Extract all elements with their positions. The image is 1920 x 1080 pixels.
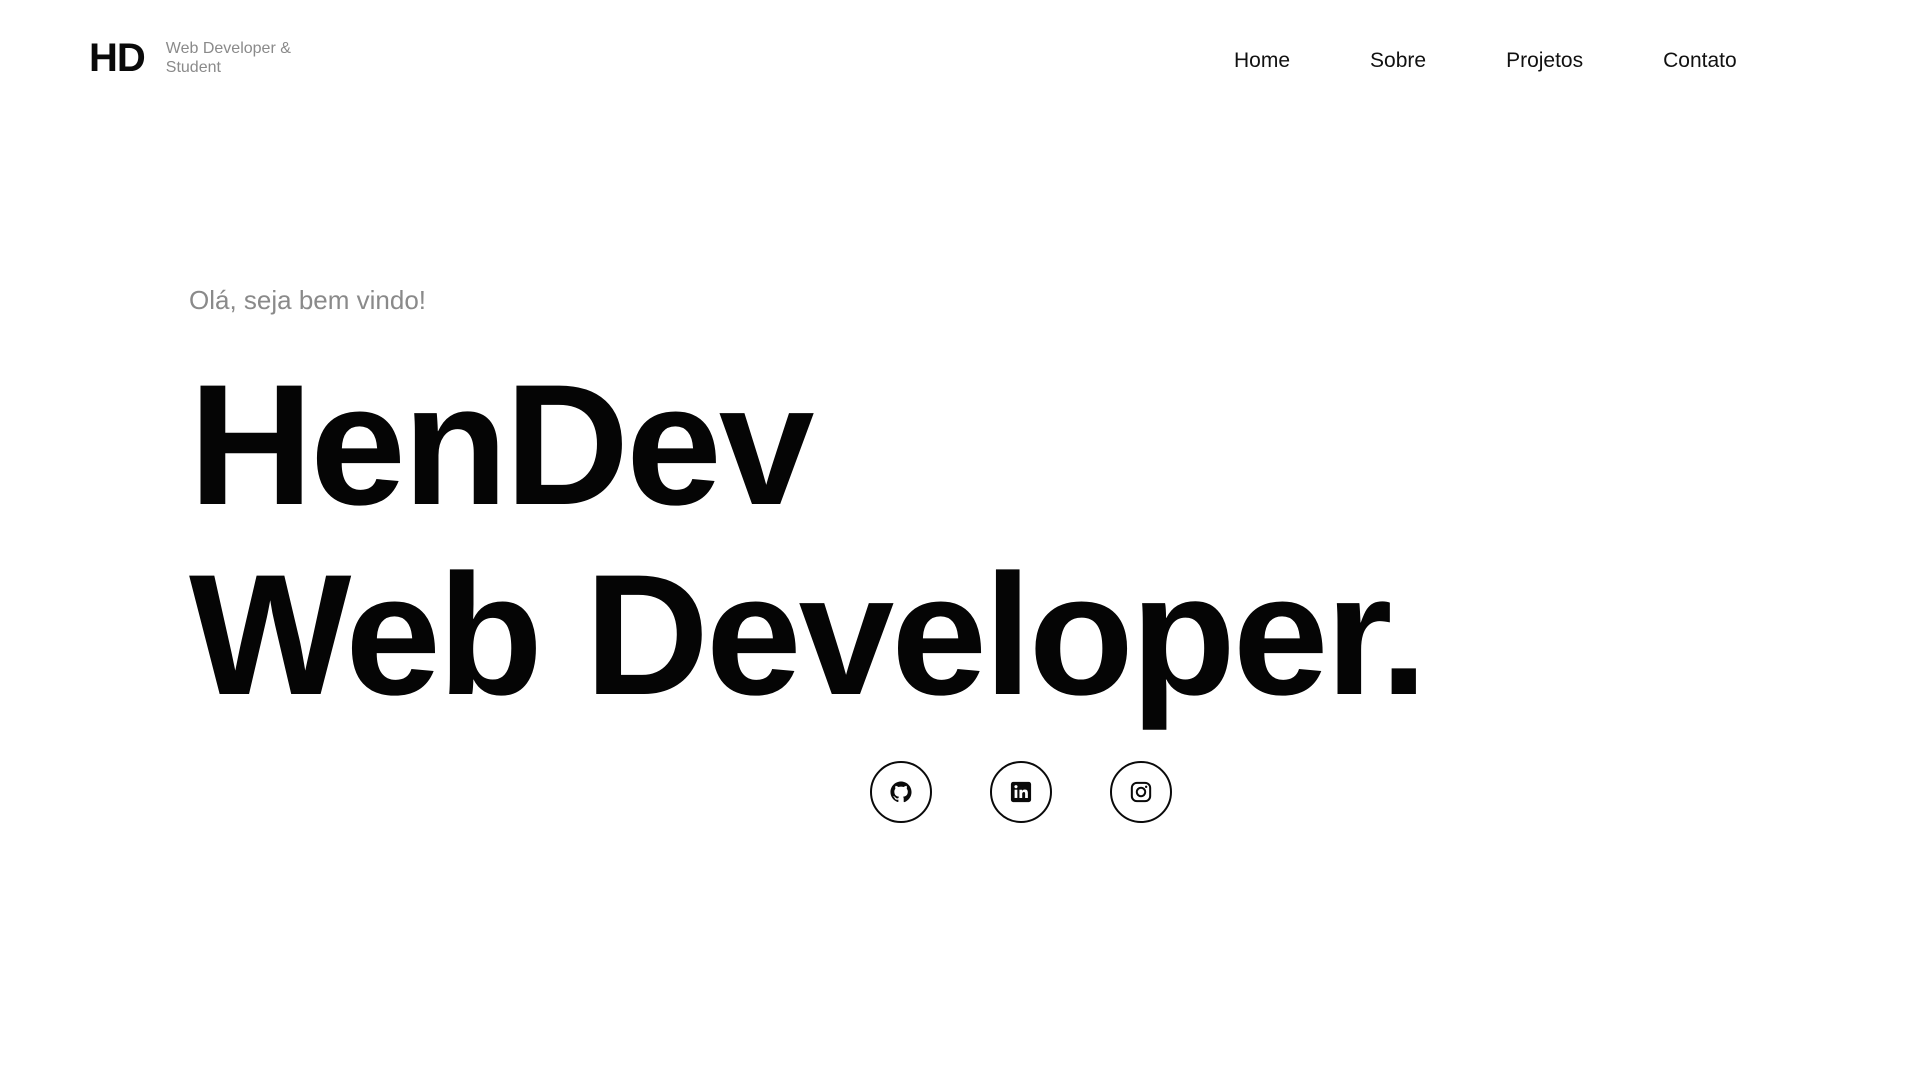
logo-tagline: Web Developer & Student	[165, 40, 291, 76]
logo-link[interactable]: HD Web Developer & Student	[89, 38, 306, 78]
main-nav: Home Sobre Projetos Contato	[1234, 46, 1737, 76]
nav-item-sobre[interactable]: Sobre	[1370, 46, 1426, 76]
nav-item-projetos[interactable]: Projetos	[1506, 46, 1583, 76]
github-button[interactable]	[870, 761, 932, 823]
logo-mark: HD	[89, 36, 146, 80]
hero-title-line-1: HenDev	[189, 349, 814, 541]
instagram-button[interactable]	[1110, 761, 1172, 823]
linkedin-button[interactable]	[990, 761, 1052, 823]
github-icon	[890, 781, 912, 803]
instagram-icon	[1130, 781, 1152, 803]
hero-title-line-2: Web Developer.	[189, 539, 1428, 731]
page: HD Web Developer & Student Home Sobre Pr…	[0, 0, 1920, 1080]
social-links	[870, 761, 1172, 823]
linkedin-icon	[1010, 781, 1032, 803]
nav-item-contato[interactable]: Contato	[1663, 46, 1737, 76]
hero-greeting: Olá, seja bem vindo!	[189, 285, 427, 315]
hero-title: HenDev Web Developer.	[189, 349, 1428, 731]
nav-item-home[interactable]: Home	[1234, 46, 1290, 76]
